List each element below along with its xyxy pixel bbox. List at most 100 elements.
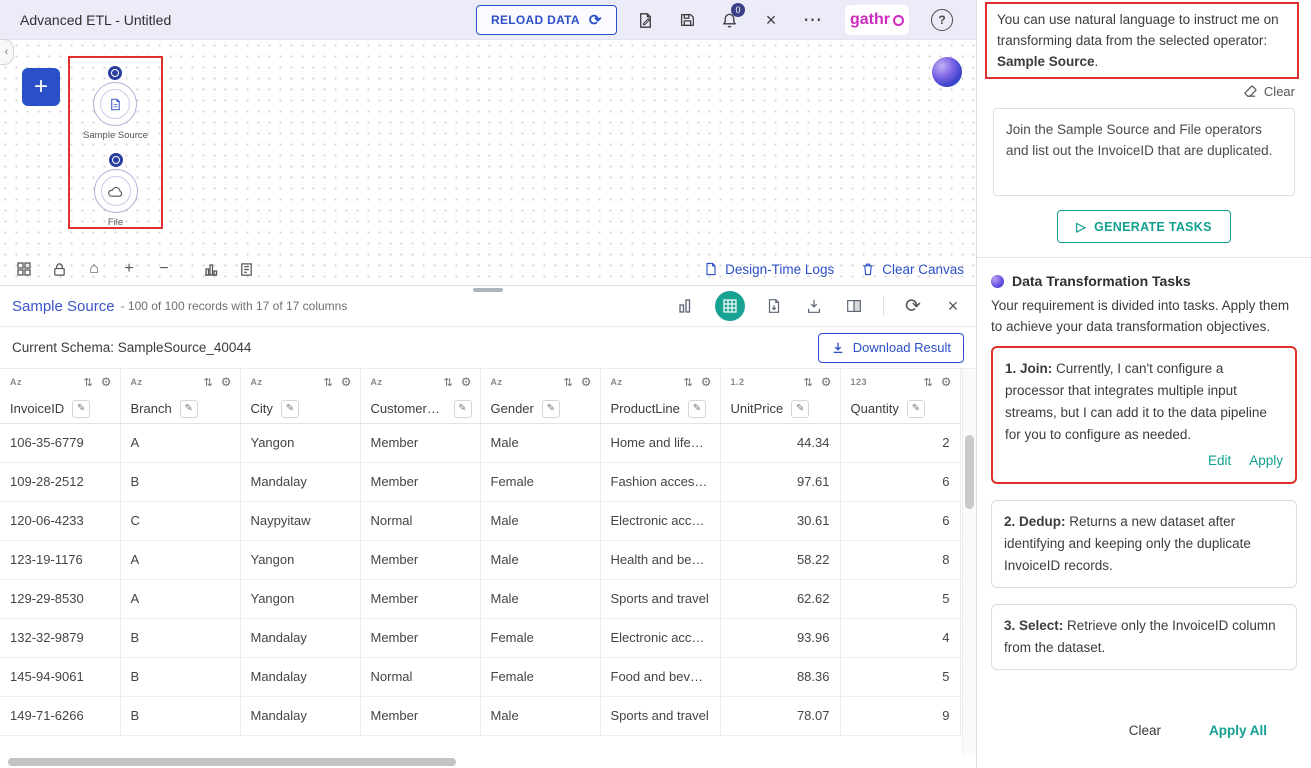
column-settings-icon[interactable]: ⚙ [221,375,232,389]
edit-column-icon[interactable]: ✎ [281,400,299,418]
bar-chart-view-icon[interactable] [675,295,697,317]
eraser-icon [1243,84,1258,99]
app-root: Advanced ETL - Untitled RELOAD DATA ⟳ 0 … [0,0,1311,768]
notifications-icon[interactable]: 0 [718,9,740,31]
column-settings-icon[interactable]: ⚙ [701,375,712,389]
resize-handle[interactable] [473,288,503,292]
table-cell: 93.96 [720,618,840,657]
table-cell: 97.61 [720,462,840,501]
prompt-input[interactable]: Join the Sample Source and File operator… [993,108,1295,196]
edit-column-icon[interactable]: ✎ [688,400,706,418]
clear-prompt-button[interactable]: Clear [977,81,1311,104]
edit-column-icon[interactable]: ✎ [180,400,198,418]
column-settings-icon[interactable]: ⚙ [581,375,592,389]
table-cell: 30.61 [720,501,840,540]
download-schema-icon[interactable] [803,295,825,317]
help-icon[interactable]: ? [931,9,953,31]
gathr-logo-mark [893,15,904,26]
column-type-row: Az⇅⚙Az⇅⚙Az⇅⚙Az⇅⚙Az⇅⚙Az⇅⚙1.2⇅⚙123⇅⚙ [0,369,960,395]
sort-icon[interactable]: ⇅ [924,376,933,389]
vertical-scrollbar-thumb[interactable] [965,435,974,509]
sort-icon[interactable]: ⇅ [804,376,813,389]
edit-document-icon[interactable] [634,9,656,31]
table-cell: 129-29-8530 [0,579,120,618]
sort-icon[interactable]: ⇅ [204,376,213,389]
table-body: 106-35-6779AYangonMemberMaleHome and lif… [0,423,960,735]
column-settings-icon[interactable]: ⚙ [941,375,952,389]
close-preview-icon[interactable]: × [942,295,964,317]
sort-icon[interactable]: ⇅ [324,376,333,389]
close-icon[interactable]: × [760,9,782,31]
node-sample-source[interactable]: Sample Source [83,66,148,141]
reload-data-button[interactable]: RELOAD DATA ⟳ [476,5,617,35]
home-icon[interactable]: ⌂ [84,259,104,279]
add-operator-button[interactable]: + [22,68,60,106]
download-result-button[interactable]: Download Result [818,333,964,363]
sort-icon[interactable]: ⇅ [84,376,93,389]
notes-icon[interactable] [236,259,256,279]
document-icon [703,261,719,277]
sort-icon[interactable]: ⇅ [564,376,573,389]
task-apply-link[interactable]: Apply [1249,450,1283,472]
table-cell: B [120,657,240,696]
schema-row: Current Schema: SampleSource_40044 Downl… [0,327,976,369]
table-cell: Fashion accessori... [600,462,720,501]
table-cell: 44.34 [720,423,840,462]
column-header: City✎ [240,395,360,423]
zoom-out-icon[interactable]: − [154,259,174,279]
table-cell: A [120,540,240,579]
lock-icon[interactable] [49,259,69,279]
grid-view-icon[interactable] [14,259,34,279]
chart-icon[interactable] [201,259,221,279]
preview-header: Sample Source - 100 of 100 records with … [0,286,976,327]
table-cell: Member [360,540,480,579]
table-view-icon[interactable] [715,291,745,321]
edit-column-icon[interactable]: ✎ [542,400,560,418]
divider [883,296,884,316]
pipeline-canvas[interactable]: ‹ + Sample Source [0,40,976,285]
task-prefix: 3. Select: [1004,618,1063,633]
table-cell: 106-35-6779 [0,423,120,462]
horizontal-scrollbar[interactable] [0,755,976,768]
task-card-join: 1. Join: Currently, I can't configure a … [991,346,1297,484]
file-node-icon [94,169,138,213]
edit-column-icon[interactable]: ✎ [454,400,472,418]
clear-canvas-link[interactable]: Clear Canvas [860,261,964,277]
task-prefix: 1. Join: [1005,361,1052,376]
apply-all-button[interactable]: Apply All [1209,723,1267,738]
refresh-preview-icon[interactable]: ⟳ [902,295,924,317]
intro-period: . [1095,54,1099,69]
edit-column-icon[interactable]: ✎ [791,400,809,418]
column-settings-icon[interactable]: ⚙ [101,375,112,389]
node-file[interactable]: File [94,153,138,228]
column-name: Gender [491,401,534,416]
column-type-label: 123 [851,377,868,387]
column-settings-icon[interactable]: ⚙ [821,375,832,389]
collapse-panel-tab[interactable]: ‹ [0,39,14,65]
task-edit-link[interactable]: Edit [1208,450,1231,472]
column-settings-icon[interactable]: ⚙ [461,375,472,389]
reload-data-label: RELOAD DATA [491,13,580,27]
sort-icon[interactable]: ⇅ [684,376,693,389]
generate-tasks-button[interactable]: ▷ GENERATE TASKS [1057,210,1231,243]
edit-column-icon[interactable]: ✎ [72,400,90,418]
column-settings-icon[interactable]: ⚙ [341,375,352,389]
table-cell: 132-32-9879 [0,618,120,657]
horizontal-scrollbar-thumb[interactable] [8,758,456,766]
columns-icon[interactable] [843,295,865,317]
column-type-label: 1.2 [731,377,745,387]
assistant-avatar[interactable] [932,57,962,87]
sort-icon[interactable]: ⇅ [444,376,453,389]
save-icon[interactable] [676,9,698,31]
column-name-row: InvoiceID✎Branch✎City✎CustomerTy...✎Gend… [0,395,960,423]
design-time-logs-link[interactable]: Design-Time Logs [703,261,834,277]
more-options-icon[interactable]: ⋯ [802,9,824,31]
clear-tasks-button[interactable]: Clear [1129,723,1161,738]
download-data-icon[interactable] [763,295,785,317]
zoom-in-icon[interactable]: + [119,259,139,279]
table-cell: Member [360,579,480,618]
vertical-scrollbar[interactable] [962,369,976,755]
column-type-label: Az [611,377,623,387]
edit-column-icon[interactable]: ✎ [907,400,925,418]
preview-icon-group: ⟳ × [675,291,964,321]
